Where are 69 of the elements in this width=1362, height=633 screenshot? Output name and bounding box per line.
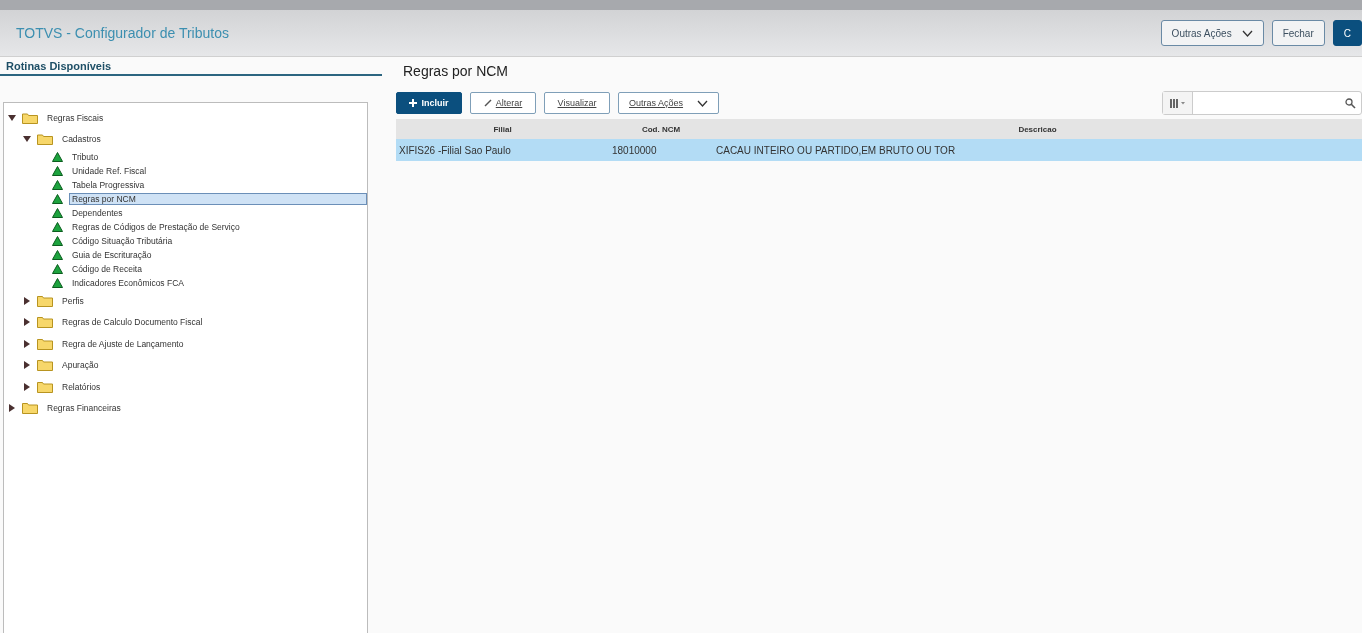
folder-icon bbox=[37, 359, 53, 372]
plus-icon bbox=[409, 99, 418, 107]
tree-item[interactable]: Regras Financeiras bbox=[44, 402, 124, 415]
columns-icon bbox=[1169, 98, 1186, 108]
columns-button[interactable] bbox=[1163, 92, 1193, 114]
toolbar-button[interactable]: Incluir bbox=[396, 92, 462, 114]
chevron-icon bbox=[697, 99, 709, 107]
table-cell-text: 18010000 bbox=[611, 144, 658, 156]
toolbar-button[interactable]: Visualizar bbox=[544, 92, 610, 114]
tree-item[interactable]: Código de Receita bbox=[69, 263, 145, 275]
search-icon bbox=[1345, 97, 1356, 109]
folder-icon bbox=[22, 402, 38, 415]
tree-item[interactable]: Cadastros bbox=[59, 133, 104, 146]
tree-item[interactable]: Tabela Progressiva bbox=[69, 179, 148, 191]
collapsed-caret-icon[interactable] bbox=[23, 339, 31, 348]
collapsed-caret-icon[interactable] bbox=[23, 318, 31, 327]
toolbar-button[interactable]: Alterar bbox=[470, 92, 536, 114]
triangle-icon bbox=[52, 208, 63, 218]
tree-item[interactable]: Guia de Escrituração bbox=[69, 249, 155, 261]
header-button[interactable]: Outras Ações bbox=[1160, 20, 1264, 46]
header-button[interactable]: C bbox=[1332, 20, 1362, 46]
section-title: Regras por NCM bbox=[403, 63, 510, 79]
folder-icon bbox=[37, 316, 53, 329]
tree-item[interactable]: Dependentes bbox=[69, 207, 126, 219]
folder-icon bbox=[22, 111, 38, 124]
search-field[interactable] bbox=[1162, 91, 1362, 115]
triangle-icon bbox=[52, 222, 63, 232]
column-header[interactable]: Descricao bbox=[713, 124, 1362, 134]
table-cell-text: XIFIS26 -Filial Sao Paulo bbox=[398, 144, 512, 156]
tree-item[interactable]: Regras de Calculo Documento Fiscal bbox=[59, 316, 206, 329]
tree-item[interactable]: Tributo bbox=[69, 151, 102, 163]
triangle-icon bbox=[52, 166, 63, 176]
tree-item[interactable]: Perfis bbox=[59, 294, 87, 307]
tree-item[interactable]: Regras por NCM bbox=[69, 193, 367, 205]
tree-item[interactable]: Unidade Ref. Fiscal bbox=[69, 165, 150, 177]
column-header[interactable]: Cod. NCM bbox=[609, 124, 713, 134]
tree-item[interactable]: Regras Fiscais bbox=[44, 111, 107, 124]
panel-title: Rotinas Disponíveis bbox=[0, 57, 382, 76]
collapsed-caret-icon[interactable] bbox=[8, 404, 16, 413]
tree-item[interactable]: Relatórios bbox=[59, 380, 104, 393]
triangle-icon bbox=[52, 180, 63, 190]
expanded-caret-icon[interactable] bbox=[23, 135, 31, 144]
folder-icon bbox=[37, 337, 53, 350]
triangle-icon bbox=[52, 278, 63, 288]
tree-item[interactable]: Regra de Ajuste de Lançamento bbox=[59, 337, 187, 350]
table-row[interactable]: XIFIS26 -Filial Sao Paulo 18010000 CACAU INTEIRO OU PARTIDO,EM BRUTO OU TOR bbox=[396, 139, 1362, 161]
collapsed-caret-icon[interactable] bbox=[23, 361, 31, 370]
collapsed-caret-icon[interactable] bbox=[23, 382, 31, 391]
tree-item[interactable]: Código Situação Tributária bbox=[69, 235, 176, 247]
folder-icon bbox=[37, 380, 53, 393]
triangle-icon bbox=[52, 194, 63, 204]
triangle-icon bbox=[52, 264, 63, 274]
header-button[interactable]: Fechar bbox=[1271, 20, 1325, 46]
folder-icon bbox=[37, 294, 53, 307]
tree-item[interactable]: Apuração bbox=[59, 359, 102, 372]
tree-item[interactable]: Indicadores Econômicos FCA bbox=[69, 277, 187, 289]
page-title: TOTVS - Configurador de Tributos bbox=[16, 25, 230, 41]
tree-item[interactable]: Regras de Códigos de Prestação de Serviço bbox=[69, 221, 243, 233]
triangle-icon bbox=[52, 236, 63, 246]
folder-icon bbox=[37, 133, 53, 146]
expanded-caret-icon[interactable] bbox=[8, 113, 16, 122]
pencil-icon bbox=[483, 99, 492, 107]
chevron-icon bbox=[1241, 29, 1253, 37]
triangle-icon bbox=[52, 152, 63, 162]
triangle-icon bbox=[52, 250, 63, 260]
toolbar-button[interactable]: Outras Ações bbox=[618, 92, 720, 114]
table-cell-text: CACAU INTEIRO OU PARTIDO,EM BRUTO OU TOR bbox=[715, 144, 957, 156]
collapsed-caret-icon[interactable] bbox=[23, 296, 31, 305]
column-header[interactable]: Filial bbox=[396, 124, 609, 134]
